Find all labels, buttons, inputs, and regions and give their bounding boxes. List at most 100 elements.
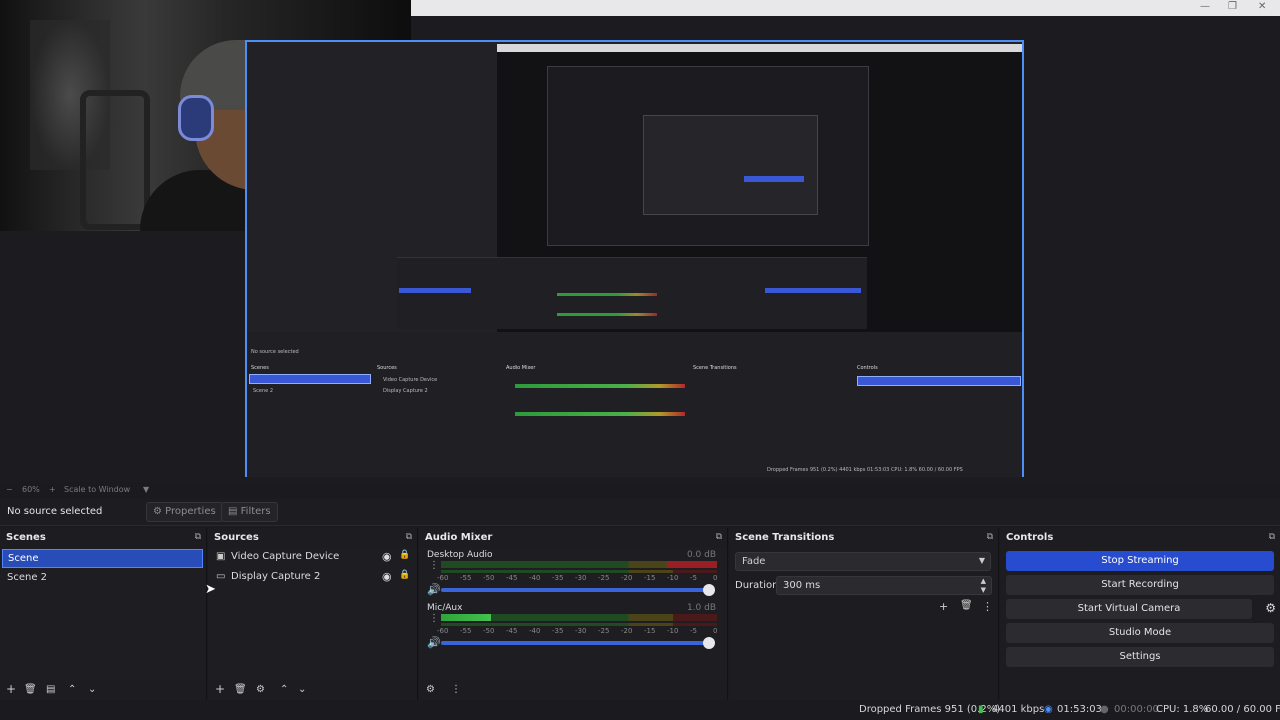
undock-icon[interactable]: ⧉ [716,532,722,542]
speaker-icon[interactable]: 🔊 [427,636,441,649]
nested-dock-preview [397,257,867,329]
meter-tick-label: 0 [713,574,718,582]
meter-tick-label: -50 [483,574,495,582]
volume-meter [441,561,717,568]
trash-icon[interactable]: 🗑 [24,684,37,695]
sources-list: ▣ Video Capture Device ◉ 🔒 ▭ Display Cap… [208,548,417,680]
undock-icon[interactable]: ⧉ [1269,532,1275,542]
stop-streaming-button[interactable]: Stop Streaming [1006,551,1274,571]
meter-tick-label: -5 [690,574,697,582]
gear-icon: ⚙ [153,506,162,517]
transition-select[interactable]: Fade ▼ [735,552,991,571]
volume-slider-handle[interactable] [703,584,715,596]
move-down-icon[interactable]: ⌄ [88,684,96,695]
duration-label: Duration [735,580,779,591]
audio-mixer-title: Audio Mixer [425,532,493,543]
meter-tick-label: -45 [506,627,518,635]
undock-icon[interactable]: ⧉ [987,532,993,542]
chevron-down-icon[interactable]: ▼ [143,485,149,494]
settings-icon[interactable]: ⚙ [426,684,435,695]
trash-icon[interactable]: 🗑 [234,684,247,695]
source-item[interactable]: ▣ Video Capture Device ◉ 🔒 [216,548,416,567]
eye-icon[interactable]: ◉ [382,570,392,583]
move-up-icon[interactable]: ⌃ [280,684,288,695]
add-icon[interactable]: + [215,682,225,696]
eye-icon[interactable]: ◉ [382,550,392,563]
bitrate: 4401 kbps [992,704,1045,715]
filter-icon: ▤ [228,506,238,517]
capture-window-titlebar: — ❐ ✕ [411,0,1280,16]
stream-icon: ◉ [1044,704,1053,715]
meter-tick-label: -10 [667,574,679,582]
duration-input[interactable]: 300 ms ▲ ▼ [776,576,992,595]
undock-icon[interactable]: ⧉ [406,532,412,542]
filter-icon[interactable]: ▤ [46,684,55,695]
more-icon[interactable]: ⋮ [429,560,439,571]
meter-tick-label: -40 [529,574,541,582]
camera-icon: ▣ [216,551,226,562]
studio-mode-button[interactable]: Studio Mode [1006,623,1274,643]
more-icon[interactable]: ⋮ [982,600,993,613]
mixer-channel: Desktop Audio 0.0 dB ⋮ -60 -55 -50 -45 -40 -3… [419,550,724,602]
properties-label: Properties [165,506,216,517]
lock-icon[interactable]: 🔒 [399,550,410,560]
settings-button[interactable]: Settings [1006,647,1274,667]
meter-tick-label: -60 [437,627,449,635]
source-item[interactable]: ▭ Display Capture 2 ◉ 🔒 [216,568,416,587]
display-capture-preview[interactable]: No source selected Scenes Scene 2 Source… [245,40,1024,477]
meter-tick-label: -55 [460,627,472,635]
move-up-icon[interactable]: ⌃ [68,684,76,695]
headset-icon [178,95,214,141]
spinner-icon[interactable]: ▲ ▼ [981,577,986,595]
more-icon[interactable]: ⋮ [429,613,439,624]
nested-obs-ui: No source selected Scenes Scene 2 Source… [247,332,1022,477]
scale-mode-select[interactable]: Scale to Window [64,485,130,494]
add-icon[interactable]: + [939,600,948,613]
gear-icon[interactable]: ⚙ [256,684,265,695]
gear-icon[interactable]: ⚙ [1265,601,1276,615]
meter-tick-label: -50 [483,627,495,635]
meter-tick-label: -15 [644,627,656,635]
move-down-icon[interactable]: ⌄ [298,684,306,695]
preview-canvas[interactable]: — ❐ ✕ No source selected Scenes Scene 2 … [0,0,1280,482]
lock-icon[interactable]: 🔒 [399,570,410,580]
meter-tick-label: -5 [690,627,697,635]
preview-zoom-bar: − 60% + Scale to Window ▼ [0,483,1280,497]
mouse-cursor-icon: ➤ [205,582,216,597]
signal-icon: ▮ [978,704,984,715]
volume-meter [441,614,717,621]
start-virtual-camera-button[interactable]: Start Virtual Camera [1006,599,1252,619]
meter-tick-label: -55 [460,574,472,582]
channel-db: 0.0 dB [686,550,716,560]
meter-tick-label: -30 [575,574,587,582]
trash-icon[interactable]: 🗑 [960,600,973,611]
add-icon[interactable]: + [6,682,16,696]
meter-tick-label: 0 [713,627,718,635]
zoom-minus[interactable]: − [6,485,13,494]
volume-slider[interactable] [441,641,713,645]
scenes-title: Scenes [6,532,46,543]
cpu-usage: CPU: 1.8% [1156,704,1209,715]
undock-icon[interactable]: ⧉ [195,532,201,542]
scenes-dock: Scenes ⧉ Scene Scene 2 + 🗑 ▤ ⌃ ⌄ [0,528,207,700]
start-recording-button[interactable]: Start Recording [1006,575,1274,595]
minimize-icon: — [1200,1,1210,12]
filters-button[interactable]: ▤ Filters [221,502,278,522]
volume-slider-handle[interactable] [703,637,715,649]
scene-item[interactable]: Scene [2,549,203,568]
properties-button[interactable]: ⚙ Properties [146,502,223,522]
scene-item[interactable]: Scene 2 [2,569,203,588]
meter-tick-label: -10 [667,627,679,635]
more-icon[interactable]: ⋮ [451,684,461,695]
meter-tick-label: -30 [575,627,587,635]
mixer-channels: Desktop Audio 0.0 dB ⋮ -60 -55 -50 -45 -40 -3… [419,548,727,680]
meter-tick-label: -35 [552,627,564,635]
volume-slider[interactable] [441,588,713,592]
scenes-list: Scene Scene 2 [0,548,206,680]
speaker-icon[interactable]: 🔊 [427,583,441,596]
meter-tick-label: -20 [621,574,633,582]
context-bar: No source selected ⚙ Properties ▤ Filter… [0,499,1280,526]
channel-db: 1.0 dB [686,603,716,613]
zoom-plus[interactable]: + [49,485,56,494]
zoom-level: 60% [22,485,40,494]
